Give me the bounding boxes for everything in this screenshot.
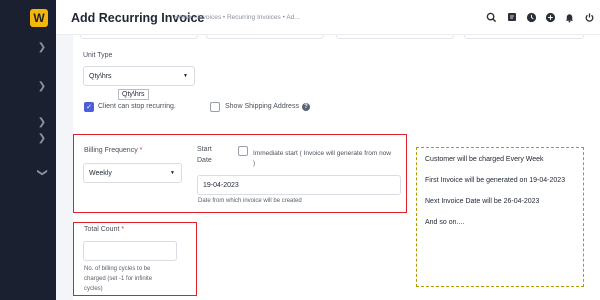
start-date-value: 19-04-2023: [203, 181, 239, 189]
client-stop-label: Client can stop recurring.: [98, 103, 176, 110]
chevron-right-icon[interactable]: ❯: [37, 42, 47, 53]
logo-letter: W: [33, 11, 45, 25]
clock-icon[interactable]: [525, 11, 537, 23]
billing-frequency-label: Billing Frequency *: [84, 147, 142, 154]
field-top-partial: [336, 35, 454, 39]
start-date-label-line2: Date: [197, 157, 212, 164]
sidebar: W ❯ ❯ ❯ ❯ ❯: [0, 0, 56, 300]
unit-type-value: Qty\hrs: [89, 72, 112, 80]
summary-line-first-invoice: First Invoice will be generated on 19-04…: [425, 177, 566, 184]
chevron-right-icon[interactable]: ❯: [37, 117, 47, 128]
billing-frequency-value: Weekly: [89, 169, 112, 177]
shipping-checkbox[interactable]: [210, 102, 220, 112]
unit-type-select[interactable]: Qty\hrs ▼: [83, 66, 195, 86]
summary-line-charged: Customer will be charged Every Week: [425, 156, 544, 163]
breadcrumb[interactable]: Home • Invoices • Recurring Invoices • A…: [174, 14, 300, 21]
top-header: Add Recurring Invoice Home • Invoices • …: [56, 0, 600, 35]
plus-circle-icon[interactable]: [544, 11, 556, 23]
total-count-input[interactable]: [83, 241, 177, 261]
bell-icon[interactable]: [563, 11, 575, 23]
unit-type-label: Unit Type: [83, 52, 113, 59]
chevron-right-icon[interactable]: ❯: [37, 133, 47, 144]
total-count-hint-line2: charged (set -1 for infinite: [84, 276, 153, 282]
immediate-start-checkbox[interactable]: [238, 146, 248, 156]
check-icon: ✓: [86, 104, 92, 111]
search-icon[interactable]: [485, 11, 497, 23]
total-count-hint-line3: cycles): [84, 286, 103, 292]
summary-line-next-invoice: Next Invoice Date will be 26-04-2023: [425, 198, 540, 205]
required-mark: *: [121, 226, 125, 233]
field-top-partial: [464, 35, 584, 39]
help-icon[interactable]: ?: [302, 103, 310, 111]
shipping-label: Show Shipping Address: [225, 103, 299, 110]
start-date-hint: Date from which invoice will be created: [198, 198, 302, 204]
immediate-start-label-line1: Immediate start ( Invoice will generate …: [253, 150, 391, 157]
field-top-partial: [80, 35, 198, 39]
chevron-right-icon[interactable]: ❯: [37, 81, 47, 92]
required-mark: *: [139, 147, 143, 154]
start-date-input[interactable]: 19-04-2023: [197, 175, 401, 195]
start-date-label-line1: Start: [197, 146, 212, 153]
chevron-down-icon[interactable]: ❯: [37, 168, 48, 178]
total-count-label-text: Total Count: [84, 226, 120, 233]
app-logo[interactable]: W: [30, 9, 48, 27]
unit-type-tooltip: Qty\hrs: [118, 89, 149, 100]
summary-line-and-so-on: And so on....: [425, 219, 465, 226]
recurring-summary-box: Customer will be charged Every Week Firs…: [416, 147, 584, 287]
immediate-start-label-line2: ): [253, 160, 256, 167]
caret-down-icon: ▼: [183, 73, 188, 79]
client-stop-checkbox[interactable]: ✓: [84, 102, 94, 112]
billing-frequency-label-text: Billing Frequency: [84, 147, 138, 154]
notes-icon[interactable]: [506, 11, 518, 23]
field-top-partial: [206, 35, 324, 39]
billing-frequency-select[interactable]: Weekly ▼: [83, 163, 182, 183]
total-count-label: Total Count *: [84, 226, 124, 233]
power-icon[interactable]: [583, 11, 595, 23]
total-count-hint-line1: No. of billing cycles to be: [84, 266, 151, 272]
caret-down-icon: ▼: [170, 170, 175, 176]
